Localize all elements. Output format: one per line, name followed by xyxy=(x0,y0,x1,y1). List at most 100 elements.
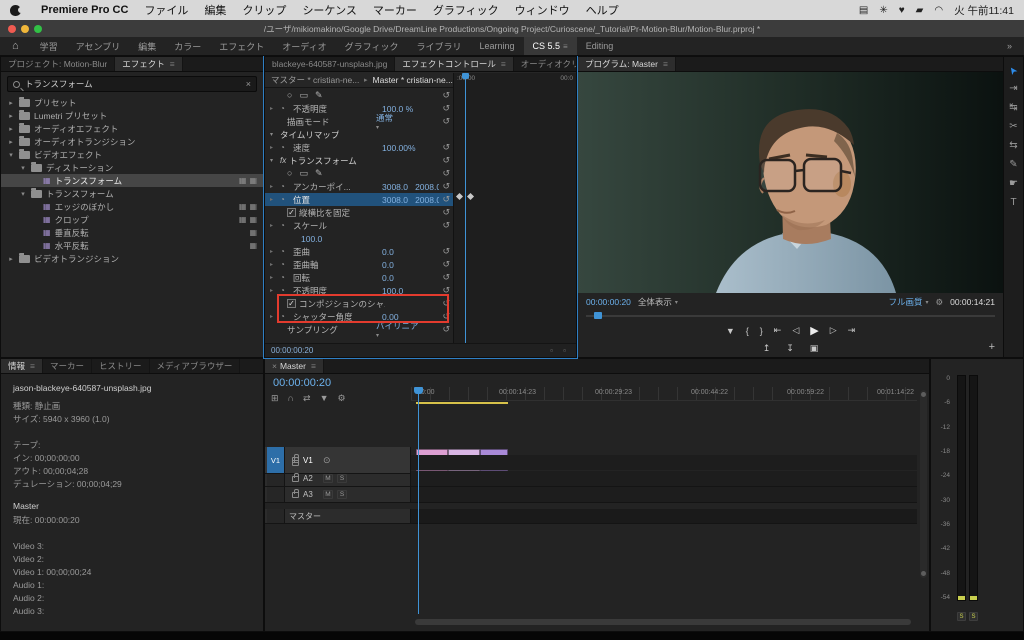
program-tabbar-tab-0[interactable]: プログラム: Master ≡ xyxy=(578,57,676,71)
stopwatch-icon[interactable]: ◔ xyxy=(280,247,290,256)
track-lane-a3[interactable] xyxy=(411,487,917,502)
step-back-button[interactable]: ◁ xyxy=(792,325,799,336)
info-tabbar-tab-0[interactable]: 情報 ≡ xyxy=(1,359,43,373)
reset-icon[interactable]: ↺ xyxy=(442,168,450,179)
keyframe-diamond[interactable] xyxy=(455,192,464,201)
stopwatch-icon[interactable]: ◔ xyxy=(280,260,290,269)
ripple-edit-tool[interactable]: ↹ xyxy=(1006,102,1022,114)
chevron-right-icon[interactable]: ▸ xyxy=(270,313,277,320)
toggle-track-output-icon[interactable]: ⊙ xyxy=(323,455,331,466)
reset-icon[interactable]: ↺ xyxy=(442,285,450,296)
reset-icon[interactable]: ↺ xyxy=(442,194,450,205)
rect-mask-icon[interactable]: ▭ xyxy=(299,168,308,179)
workspace-tab-7[interactable]: ライブラリ xyxy=(407,37,470,55)
menu-item-3[interactable]: クリップ xyxy=(242,2,286,18)
solo-indicator-0[interactable]: S xyxy=(957,612,966,621)
ellipse-mask-icon[interactable]: ○ xyxy=(287,168,292,179)
chevron-right-icon[interactable]: ▸ xyxy=(270,248,277,255)
panel-menu-icon[interactable]: ≡ xyxy=(501,59,506,69)
close-icon[interactable]: × xyxy=(272,361,277,371)
lift-button[interactable]: ↥ xyxy=(763,343,771,354)
param-value[interactable]: 0.0 xyxy=(382,273,394,283)
source-patch-v1[interactable]: V1 xyxy=(267,447,285,473)
workspace-tab-6[interactable]: グラフィック xyxy=(336,37,408,55)
export-frame-button[interactable]: ▣ xyxy=(810,343,819,354)
program-scrubber[interactable] xyxy=(586,312,995,319)
settings-wrench-icon[interactable]: ⚙ xyxy=(935,297,943,308)
track-select-forward-tool[interactable]: ⇥ xyxy=(1006,83,1022,95)
track-name-master[interactable]: マスター xyxy=(289,511,321,522)
timeline-tabbar-tab-0[interactable]: × Master ≡ xyxy=(265,359,324,373)
panel-menu-icon[interactable]: ≡ xyxy=(170,59,175,69)
reset-icon[interactable]: ↺ xyxy=(442,90,450,101)
chevron-right-icon[interactable]: ▸ xyxy=(270,222,277,229)
extract-button[interactable]: ↧ xyxy=(786,343,794,354)
rect-mask-icon[interactable]: ▭ xyxy=(299,90,308,101)
ec-playhead[interactable] xyxy=(465,73,466,343)
tree-folder-1[interactable]: ▸ Lumetri プリセット xyxy=(1,109,263,122)
tree-folder-5[interactable]: ▾ ディストーション xyxy=(1,161,263,174)
mute-button[interactable]: M xyxy=(323,490,333,499)
track-name-a2[interactable]: A2 xyxy=(303,474,319,483)
reset-icon[interactable]: ↺ xyxy=(442,116,450,127)
heart-icon[interactable]: ♥ xyxy=(899,5,905,16)
reset-icon[interactable]: ↺ xyxy=(442,181,450,192)
reset-icon[interactable]: ↺ xyxy=(442,103,450,114)
ellipse-mask-icon[interactable]: ○ xyxy=(287,90,292,101)
ec-timecode[interactable]: 00:00:00:20 xyxy=(271,346,313,355)
lock-icon[interactable] xyxy=(292,488,299,498)
reset-icon[interactable]: ↺ xyxy=(442,207,450,218)
tree-folder-4[interactable]: ▾ ビデオエフェクト xyxy=(1,148,263,161)
scrubber-track[interactable] xyxy=(586,315,995,317)
chevron-right-icon[interactable]: ▸ xyxy=(270,105,277,112)
param-value[interactable]: 100.0 xyxy=(382,286,403,296)
menu-item-8[interactable]: ヘルプ xyxy=(586,2,619,18)
menu-item-6[interactable]: グラフィック xyxy=(433,2,499,18)
workspace-tab-0[interactable]: 学習 xyxy=(31,37,67,55)
clear-search-icon[interactable]: × xyxy=(246,79,251,89)
chevron-right-icon[interactable]: ▸ xyxy=(7,125,15,133)
program-timecode[interactable]: 00:00:00:20 xyxy=(586,297,631,307)
param-value[interactable]: 3008.0 2008.0 xyxy=(382,182,439,192)
tree-folder-7[interactable]: ▾ トランスフォーム xyxy=(1,187,263,200)
pen-tool[interactable]: ✎ xyxy=(1006,159,1022,171)
home-icon[interactable]: ⌂ xyxy=(0,40,31,52)
stopwatch-icon[interactable]: ◔ xyxy=(280,143,290,152)
timeline-ruler[interactable]: 00:00 00:00:14:23 00:00:29:23 00:00:44:22 00… xyxy=(411,387,917,401)
panel-menu-icon[interactable]: ≡ xyxy=(663,59,668,69)
track-lane-a1[interactable] xyxy=(411,455,917,470)
effects-tabbar-tab-0[interactable]: プロジェクト: Motion-Blur xyxy=(1,57,116,71)
chevron-right-icon[interactable]: ▸ xyxy=(270,274,277,281)
effects-search-input[interactable]: トランスフォーム × xyxy=(7,76,257,92)
hand-tool[interactable]: ☛ xyxy=(1006,178,1022,190)
keyframe-diamond[interactable] xyxy=(466,192,475,201)
workspace-tab-2[interactable]: 編集 xyxy=(129,37,165,55)
reset-icon[interactable]: ↺ xyxy=(442,272,450,283)
solo-indicator-1[interactable]: S xyxy=(969,612,978,621)
reset-icon[interactable]: ↺ xyxy=(442,246,450,257)
info-tabbar-tab-1[interactable]: マーカー xyxy=(43,359,92,373)
chevron-right-icon[interactable]: ▸ xyxy=(270,144,277,151)
reset-icon[interactable]: ↺ xyxy=(442,311,450,322)
ec-tabbar-tab-0[interactable]: blackeye-640587-unsplash.jpg xyxy=(265,57,396,71)
tree-folder-12[interactable]: ▸ ビデオトランジション xyxy=(1,252,263,265)
source-patch-master[interactable] xyxy=(267,509,285,523)
pen-mask-icon[interactable]: ✎ xyxy=(315,168,323,179)
ec-zoom-controls[interactable]: ▫ ▫ xyxy=(550,346,570,355)
linked-selection-icon[interactable]: ⇄ xyxy=(303,393,311,404)
effects-tabbar-tab-1[interactable]: エフェクト ≡ xyxy=(115,57,183,71)
stopwatch-icon[interactable]: ◔ xyxy=(280,221,290,230)
reset-icon[interactable]: ↺ xyxy=(442,220,450,231)
minimize-window-button[interactable] xyxy=(21,24,29,33)
panel-menu-icon[interactable]: ≡ xyxy=(30,361,35,371)
reset-icon[interactable]: ↺ xyxy=(442,155,450,166)
stopwatch-icon[interactable]: ◔ xyxy=(280,273,290,282)
checkbox[interactable]: ✓ xyxy=(287,208,296,217)
nest-toggle-icon[interactable]: ⊞ xyxy=(271,393,279,404)
mark-in-button[interactable]: { xyxy=(746,326,749,336)
close-window-button[interactable] xyxy=(8,24,16,33)
param-dropdown[interactable]: バイリニア ▾ xyxy=(376,320,419,339)
reset-icon[interactable]: ↺ xyxy=(442,259,450,270)
info-tabbar-tab-2[interactable]: ヒストリー xyxy=(92,359,150,373)
apple-menu-icon[interactable] xyxy=(10,4,24,16)
